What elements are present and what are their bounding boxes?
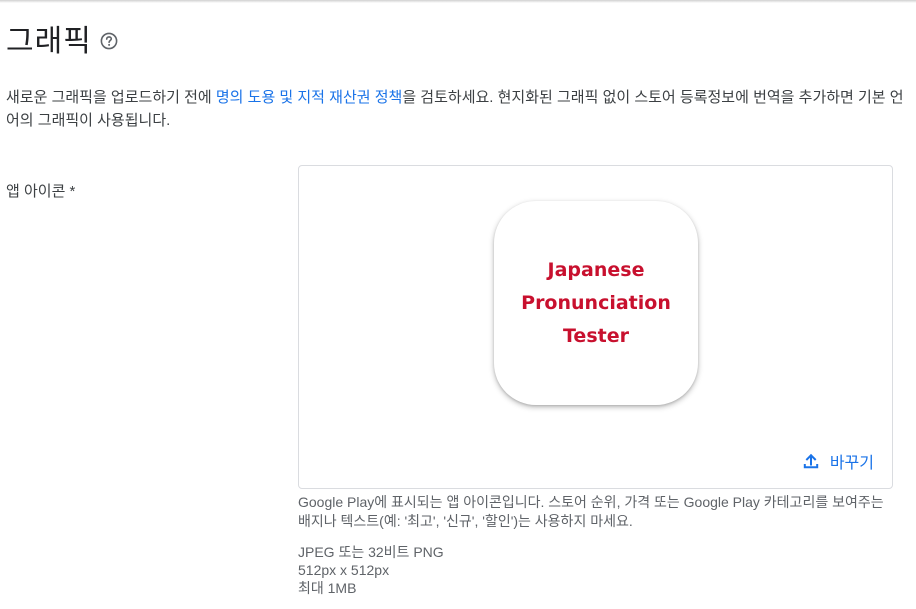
spec-max-file: 최대 1MB — [298, 580, 357, 596]
upload-icon — [803, 453, 819, 469]
app-icon-preview: Japanese Pronunciation Tester — [494, 201, 698, 405]
intro-before: 새로운 그래픽을 업로드하기 전에 — [6, 89, 216, 106]
app-icon-upload-box: Japanese Pronunciation Tester 바꾸기 — [298, 165, 893, 489]
replace-label: 바꾸기 — [829, 455, 874, 472]
title-row: 그래픽 — [6, 16, 118, 60]
spec-size: 512px x 512px — [298, 562, 390, 578]
icon-text-line: Japanese — [547, 258, 645, 281]
intro-text: 새로운 그래픽을 업로드하기 전에 명의 도용 및 지적 재산권 정책을 검토하… — [6, 86, 906, 132]
page-title: 그래픽 — [6, 25, 92, 58]
icon-text-line: Pronunciation — [521, 291, 671, 314]
icon-text-line: Tester — [563, 324, 629, 347]
replace-button[interactable]: 바꾸기 — [802, 449, 874, 473]
app-icon-specs: JPEG 또는 32비트 PNG 512px x 512px 최대 1MB — [298, 543, 444, 597]
app-icon-label: 앱 아이콘 * — [6, 183, 76, 200]
spec-format: JPEG 또는 32비트 PNG — [298, 544, 444, 560]
help-circle-icon[interactable] — [100, 32, 118, 50]
policy-link[interactable]: 명의 도용 및 지적 재산권 정책 — [216, 89, 402, 106]
app-icon-help-text: Google Play에 표시되는 앱 아이콘입니다. 스토어 순위, 가격 또… — [298, 494, 884, 529]
top-shadow — [0, 0, 916, 3]
